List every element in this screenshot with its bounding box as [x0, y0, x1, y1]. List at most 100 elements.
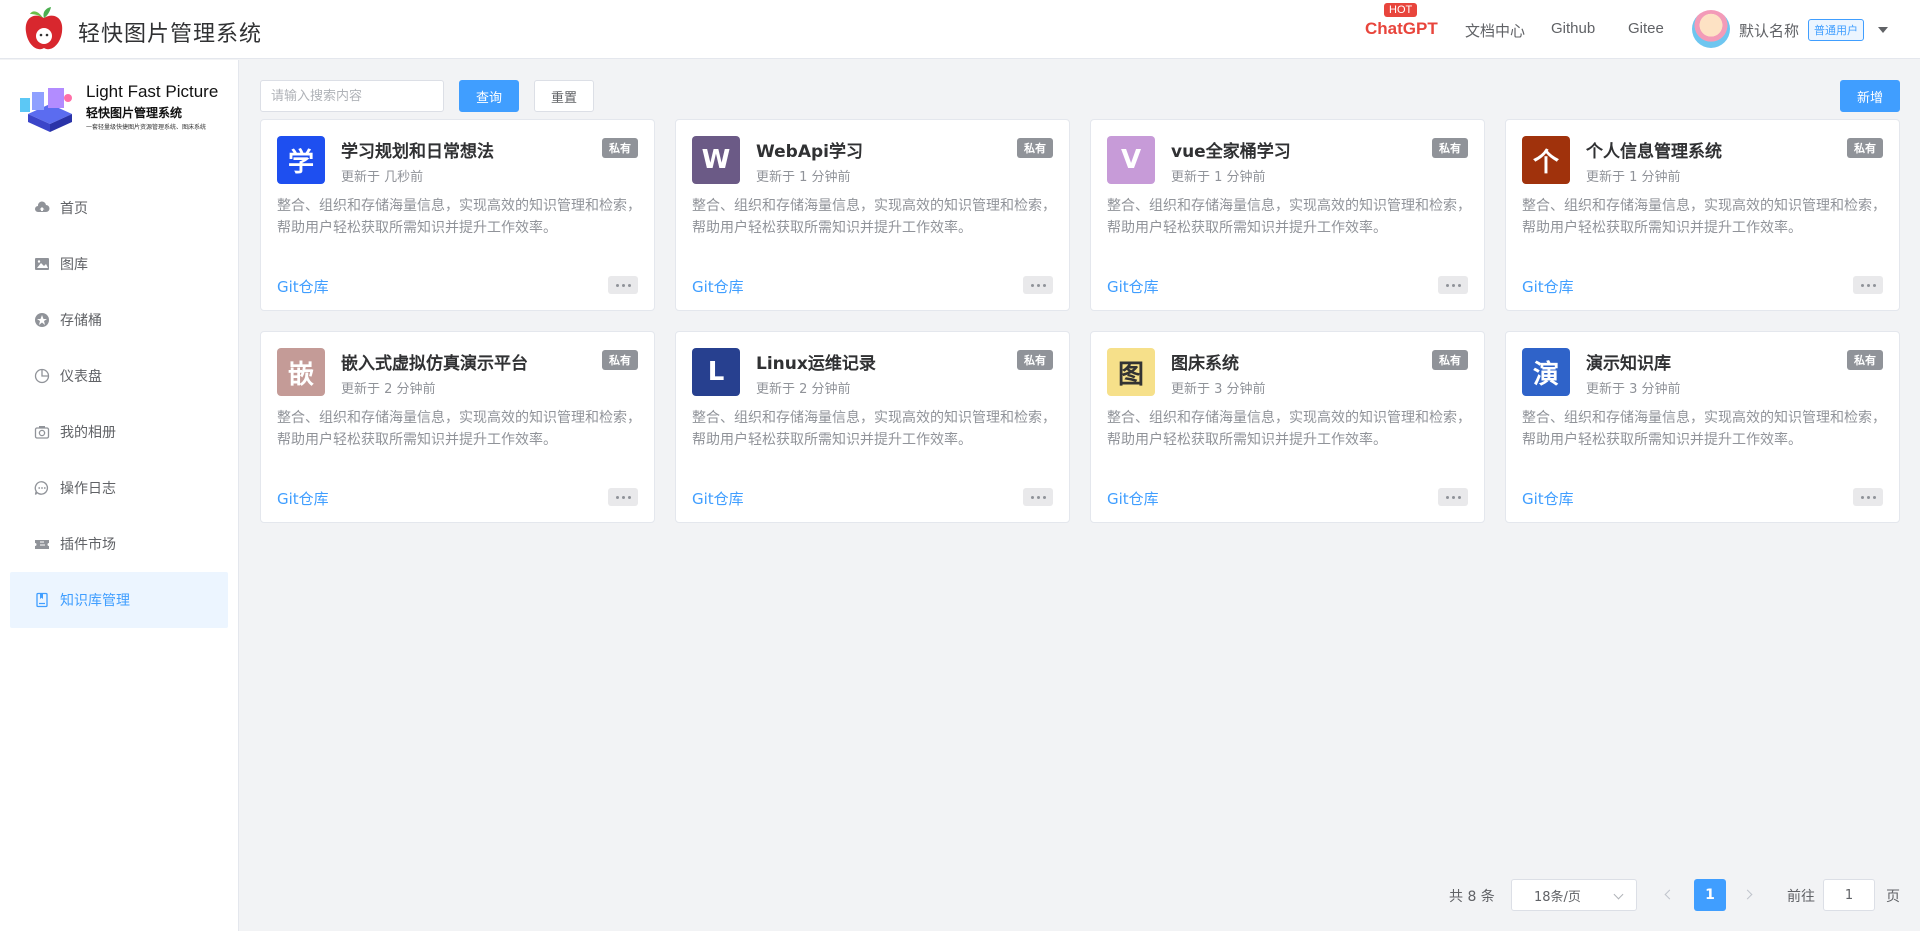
more-actions-button[interactable] — [1438, 488, 1468, 506]
knowledge-base-card[interactable]: Vvue全家桶学习 更新于 1 分钟前 私有 整合、组织和存储海量信息，实现高效的知识… — [1090, 119, 1485, 311]
search-input[interactable] — [260, 80, 444, 112]
nav-link-gitee[interactable]: Gitee — [1628, 20, 1664, 37]
pie-chart-icon — [34, 368, 50, 384]
nav-link-chatgpt[interactable]: ChatGPT — [1365, 19, 1438, 39]
git-repo-link[interactable]: Git仓库 — [277, 488, 329, 509]
user-role-tag: 普通用户 — [1808, 19, 1864, 41]
card-title[interactable]: WebApi学习 — [756, 137, 863, 162]
more-actions-button[interactable] — [1023, 488, 1053, 506]
page-size-select[interactable]: 18条/页 — [1511, 879, 1637, 911]
sidebar-item-label: 首页 — [60, 201, 88, 217]
goto-label: 前往 — [1787, 889, 1815, 905]
apple-logo-icon[interactable] — [24, 6, 64, 52]
query-button[interactable]: 查询 — [459, 80, 519, 112]
user-avatar[interactable] — [1692, 10, 1730, 48]
card-updated-time: 更新于 3 分钟前 — [1171, 382, 1266, 397]
more-actions-button[interactable] — [608, 488, 638, 506]
sidebar-item-label: 仪表盘 — [60, 369, 102, 385]
card-description: 整合、组织和存储海量信息，实现高效的知识管理和检索，帮助用户轻松获取所需知识并提… — [277, 410, 641, 448]
private-badge: 私有 — [1432, 138, 1468, 158]
sidebar-item-album[interactable]: 我的相册 — [10, 404, 228, 460]
sidebar-item-plugins[interactable]: 插件市场 — [10, 516, 228, 572]
knowledge-base-card[interactable]: 演演示知识库 更新于 3 分钟前 私有 整合、组织和存储海量信息，实现高效的知识管理和… — [1505, 331, 1900, 523]
notebook-icon — [36, 592, 48, 608]
sidebar-item-bucket[interactable]: 存储桶 — [10, 292, 228, 348]
private-badge: 私有 — [1017, 350, 1053, 370]
more-actions-button[interactable] — [608, 276, 638, 294]
more-actions-button[interactable] — [1438, 276, 1468, 294]
card-description: 整合、组织和存储海量信息，实现高效的知识管理和检索，帮助用户轻松获取所需知识并提… — [1522, 198, 1886, 236]
sidebar: Light Fast Picture 轻快图片管理系统 一套轻量级快捷图片资源管… — [0, 60, 239, 931]
top-header: 轻快图片管理系统 HOT ChatGPT 文档中心 Github Gitee 默… — [0, 0, 1920, 59]
git-repo-link[interactable]: Git仓库 — [1107, 488, 1159, 509]
sidebar-item-label: 插件市场 — [60, 537, 116, 553]
goto-page-input[interactable] — [1823, 879, 1875, 911]
sidebar-item-knowledge-base[interactable]: 知识库管理 — [10, 572, 228, 628]
knowledge-base-card[interactable]: 学学习规划和日常想法 更新于 几秒前 私有 整合、组织和存储海量信息，实现高效的知识管… — [260, 119, 655, 311]
git-repo-link[interactable]: Git仓库 — [1107, 276, 1159, 297]
isometric-logo-icon — [20, 88, 72, 132]
git-repo-link[interactable]: Git仓库 — [692, 488, 744, 509]
page-number-current[interactable]: 1 — [1694, 879, 1726, 911]
nav-link-github[interactable]: Github — [1551, 20, 1595, 37]
sidebar-item-dashboard[interactable]: 仪表盘 — [10, 348, 228, 404]
user-name[interactable]: 默认名称 — [1739, 20, 1799, 41]
card-updated-time: 更新于 1 分钟前 — [756, 170, 851, 185]
more-actions-button[interactable] — [1023, 276, 1053, 294]
card-title[interactable]: Linux运维记录 — [756, 349, 876, 374]
pagination-total: 共 8 条 — [1449, 889, 1495, 905]
sidebar-item-label: 图库 — [60, 257, 88, 273]
card-description: 整合、组织和存储海量信息，实现高效的知识管理和检索，帮助用户轻松获取所需知识并提… — [692, 198, 1056, 236]
private-badge: 私有 — [602, 350, 638, 370]
brand-name-en: Light Fast Picture — [86, 82, 219, 101]
more-actions-button[interactable] — [1853, 488, 1883, 506]
card-description: 整合、组织和存储海量信息，实现高效的知识管理和检索，帮助用户轻松获取所需知识并提… — [1522, 410, 1886, 448]
git-repo-link[interactable]: Git仓库 — [1522, 488, 1574, 509]
private-badge: 私有 — [1432, 350, 1468, 370]
card-title[interactable]: vue全家桶学习 — [1171, 137, 1291, 162]
sidebar-item-home[interactable]: 首页 — [10, 180, 228, 236]
sidebar-item-label: 我的相册 — [60, 425, 116, 441]
card-title[interactable]: 演示知识库 — [1586, 349, 1671, 374]
git-repo-link[interactable]: Git仓库 — [1522, 276, 1574, 297]
caret-down-icon[interactable] — [1878, 27, 1888, 33]
knowledge-base-card[interactable]: W WebApi学习 更新于 1 分钟前 私有 整合、组织和存储海量信息，实现高效的知识… — [675, 119, 1070, 311]
private-badge: 私有 — [602, 138, 638, 158]
git-repo-link[interactable]: Git仓库 — [692, 276, 744, 297]
card-title[interactable]: 嵌入式虚拟仿真演示平台 — [341, 349, 528, 374]
card-description: 整合、组织和存储海量信息，实现高效的知识管理和检索，帮助用户轻松获取所需知识并提… — [277, 198, 641, 236]
kb-avatar-icon: 图 — [1107, 348, 1155, 396]
git-repo-link[interactable]: Git仓库 — [277, 276, 329, 297]
card-title[interactable]: 个人信息管理系统 — [1586, 137, 1722, 162]
prev-page-button[interactable] — [1660, 887, 1676, 903]
knowledge-base-card[interactable]: 嵌嵌入式虚拟仿真演示平台 更新于 2 分钟前 私有 整合、组织和存储海量信息，实现高效… — [260, 331, 655, 523]
private-badge: 私有 — [1847, 138, 1883, 158]
sidebar-item-label: 操作日志 — [60, 481, 116, 497]
sidebar-item-label: 知识库管理 — [60, 593, 130, 609]
sidebar-item-logs[interactable]: 操作日志 — [10, 460, 228, 516]
nav-link-docs[interactable]: 文档中心 — [1465, 20, 1525, 41]
private-badge: 私有 — [1847, 350, 1883, 370]
card-updated-time: 更新于 几秒前 — [341, 170, 424, 185]
sidebar-item-gallery[interactable]: 图库 — [10, 236, 228, 292]
kb-avatar-icon: W — [692, 136, 740, 184]
chat-dots-icon — [34, 481, 49, 495]
knowledge-base-card[interactable]: L Linux运维记录 更新于 2 分钟前 私有 整合、组织和存储海量信息，实现高效的知… — [675, 331, 1070, 523]
camera-icon — [34, 426, 50, 439]
card-updated-time: 更新于 2 分钟前 — [341, 382, 436, 397]
app-title: 轻快图片管理系统 — [78, 22, 263, 47]
brand-tagline: 一套轻量级快捷图片资源管理系统、图床系统 — [86, 124, 207, 131]
hot-badge: HOT — [1384, 3, 1418, 17]
card-description: 整合、组织和存储海量信息，实现高效的知识管理和检索，帮助用户轻松获取所需知识并提… — [692, 410, 1056, 448]
more-actions-button[interactable] — [1853, 276, 1883, 294]
cloud-upload-icon — [35, 201, 50, 212]
card-title[interactable]: 学习规划和日常想法 — [341, 137, 494, 162]
card-title[interactable]: 图床系统 — [1171, 349, 1239, 374]
brand-logo[interactable]: Light Fast Picture 轻快图片管理系统 一套轻量级快捷图片资源管… — [18, 80, 228, 142]
knowledge-base-card[interactable]: 图图床系统 更新于 3 分钟前 私有 整合、组织和存储海量信息，实现高效的知识管理和检… — [1090, 331, 1485, 523]
reset-button[interactable]: 重置 — [534, 80, 594, 112]
next-page-button[interactable] — [1742, 887, 1758, 903]
card-description: 整合、组织和存储海量信息，实现高效的知识管理和检索，帮助用户轻松获取所需知识并提… — [1107, 198, 1471, 236]
add-button[interactable]: 新增 — [1840, 80, 1900, 112]
knowledge-base-card[interactable]: 个个人信息管理系统 更新于 1 分钟前 私有 整合、组织和存储海量信息，实现高效的知识… — [1505, 119, 1900, 311]
